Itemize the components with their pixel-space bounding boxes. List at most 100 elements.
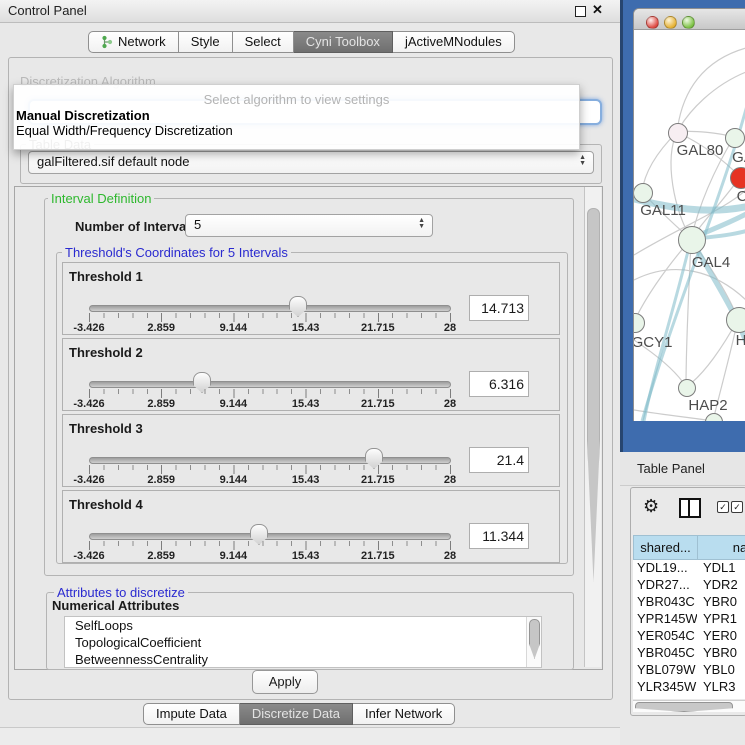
network-node[interactable] bbox=[678, 226, 706, 254]
tick-label: 21.715 bbox=[361, 322, 395, 334]
slider-track[interactable] bbox=[89, 381, 451, 388]
checkbox-icon[interactable]: ✓ bbox=[731, 501, 743, 513]
number-of-intervals-combobox[interactable]: 5 ▲▼ bbox=[185, 214, 433, 237]
network-window-titlebar[interactable] bbox=[634, 9, 745, 30]
table-data-selected-value: galFiltered.sif default node bbox=[37, 154, 189, 169]
network-node[interactable] bbox=[725, 128, 745, 148]
algorithm-option-manual[interactable]: Manual Discretization bbox=[16, 108, 150, 123]
network-canvas[interactable]: GAL80GACGAL11GAL4GCY1HHAP2 bbox=[634, 30, 745, 421]
cell-name: YIL0 bbox=[697, 695, 730, 699]
list-scrollbar-thumb[interactable] bbox=[529, 619, 540, 659]
tick-label: 21.715 bbox=[361, 398, 395, 410]
bottom-strip bbox=[0, 728, 620, 745]
tab-impute-data[interactable]: Impute Data bbox=[143, 703, 240, 725]
slider-major-ticks bbox=[89, 465, 451, 474]
table-row[interactable]: YPR145WYPR1 bbox=[633, 610, 745, 627]
threshold-label: Threshold 4 bbox=[69, 497, 143, 512]
float-window-icon[interactable] bbox=[575, 6, 586, 17]
tick-label: -3.426 bbox=[73, 550, 104, 562]
tab-label: jActiveMNodules bbox=[405, 32, 502, 52]
cell-shared-name: YBR043C bbox=[633, 593, 697, 610]
table-panel-title: Table Panel bbox=[637, 461, 705, 476]
apply-button[interactable]: Apply bbox=[252, 670, 318, 694]
tick-label: -3.426 bbox=[73, 474, 104, 486]
vertical-scrollbar[interactable] bbox=[584, 187, 601, 667]
mac-close-button[interactable] bbox=[646, 16, 659, 29]
threshold-value-input[interactable]: 6.316 bbox=[469, 371, 529, 397]
threshold-value-input[interactable]: 11.344 bbox=[469, 523, 529, 549]
node-label-gal4: GAL4 bbox=[692, 254, 730, 271]
network-node[interactable] bbox=[634, 183, 653, 203]
gear-icon[interactable]: ⚙ bbox=[643, 496, 659, 517]
tab-label: Cyni Toolbox bbox=[306, 32, 380, 52]
tab-label: Impute Data bbox=[156, 704, 227, 724]
table-row[interactable]: YLR345WYLR3 bbox=[633, 678, 745, 695]
tick-label: 15.43 bbox=[292, 322, 320, 334]
node-label-ga: GA bbox=[732, 149, 745, 166]
control-panel-title: Control Panel bbox=[8, 3, 87, 18]
network-node[interactable] bbox=[726, 307, 745, 333]
column-header-name[interactable]: na bbox=[697, 535, 745, 560]
algorithm-placeholder-option[interactable]: Select algorithm to view settings bbox=[14, 92, 579, 107]
table-data-combobox[interactable]: galFiltered.sif default node ▲▼ bbox=[28, 151, 594, 174]
node-label-h: H bbox=[736, 332, 745, 349]
number-of-intervals-label: Number of Intervals bbox=[75, 219, 197, 234]
attribute-item-selfloops[interactable]: SelfLoops bbox=[65, 617, 541, 634]
thresholds-group-label: Threshold's Coordinates for 5 Intervals bbox=[62, 245, 291, 260]
table-rows: YDL19...YDL1YDR27...YDR2YBR043CYBR0YPR14… bbox=[633, 559, 745, 699]
tab-style[interactable]: Style bbox=[179, 31, 233, 53]
list-scrollbar[interactable] bbox=[526, 617, 541, 667]
tick-label: 28 bbox=[444, 550, 456, 562]
tab-label: Network bbox=[118, 32, 166, 52]
control-panel-titlebar: Control Panel ✕ bbox=[0, 0, 620, 23]
mac-minimize-button[interactable] bbox=[664, 16, 677, 29]
numerical-attributes-label: Numerical Attributes bbox=[52, 598, 179, 613]
checkbox-icon[interactable]: ✓ bbox=[717, 501, 729, 513]
cell-shared-name: YDL19... bbox=[633, 559, 697, 576]
tab-label: Style bbox=[191, 32, 220, 52]
close-icon[interactable]: ✕ bbox=[592, 2, 603, 18]
cell-name: YBR0 bbox=[697, 593, 737, 610]
numerical-attributes-list[interactable]: SelfLoopsTopologicalCoefficientBetweenne… bbox=[64, 616, 542, 668]
threshold-value-input[interactable]: 14.713 bbox=[469, 295, 529, 321]
tick-label-row: -3.4262.8599.14415.4321.71528 bbox=[89, 474, 450, 486]
tab-jactivemnodules[interactable]: jActiveMNodules bbox=[393, 31, 515, 53]
tab-select[interactable]: Select bbox=[233, 31, 294, 53]
tab-network[interactable]: Network bbox=[88, 31, 179, 53]
network-node[interactable] bbox=[668, 123, 688, 143]
table-row[interactable]: YBL079WYBL0 bbox=[633, 661, 745, 678]
tick-label: -3.426 bbox=[73, 398, 104, 410]
table-row[interactable]: YIL052CYIL0 bbox=[633, 695, 745, 699]
attribute-item-topologicalcoefficient[interactable]: TopologicalCoefficient bbox=[65, 634, 541, 651]
table-row[interactable]: YBR043CYBR0 bbox=[633, 593, 745, 610]
table-row[interactable]: YER054CYER0 bbox=[633, 627, 745, 644]
tab-cyni-toolbox[interactable]: Cyni Toolbox bbox=[294, 31, 393, 53]
attribute-item-betweennesscentrality[interactable]: BetweennessCentrality bbox=[65, 651, 541, 668]
table-row[interactable]: YBR045CYBR0 bbox=[633, 644, 745, 661]
scrollbar-thumb[interactable] bbox=[587, 208, 600, 582]
algorithm-option-equal-width[interactable]: Equal Width/Frequency Discretization bbox=[16, 123, 233, 138]
threshold-value-input[interactable]: 21.4 bbox=[469, 447, 529, 473]
table-row[interactable]: YDL19...YDL1 bbox=[633, 559, 745, 576]
tick-label: 28 bbox=[444, 474, 456, 486]
mac-zoom-button[interactable] bbox=[682, 16, 695, 29]
tick-label: 2.859 bbox=[147, 322, 175, 334]
tick-label: 2.859 bbox=[147, 550, 175, 562]
columns-icon[interactable] bbox=[679, 498, 701, 518]
slider-track[interactable] bbox=[89, 305, 451, 312]
table-row[interactable]: YDR27...YDR2 bbox=[633, 576, 745, 593]
network-node[interactable] bbox=[678, 379, 696, 397]
slider-track[interactable] bbox=[89, 533, 451, 540]
slider-track[interactable] bbox=[89, 457, 451, 464]
cell-name: YLR3 bbox=[697, 678, 736, 695]
hscrollbar-thumb[interactable] bbox=[635, 702, 733, 712]
tick-label: 9.144 bbox=[220, 550, 248, 562]
horizontal-scrollbar[interactable] bbox=[633, 700, 745, 712]
column-header-shared-name[interactable]: shared... bbox=[633, 535, 698, 560]
tab-infer-network[interactable]: Infer Network bbox=[353, 703, 455, 725]
tab-label: Infer Network bbox=[365, 704, 442, 724]
top-tab-bar: Network Style Select Cyni Toolbox jActiveMNo… bbox=[88, 31, 515, 53]
tab-discretize-data[interactable]: Discretize Data bbox=[240, 703, 353, 725]
network-node[interactable] bbox=[730, 167, 745, 189]
slider-major-ticks bbox=[89, 389, 451, 398]
